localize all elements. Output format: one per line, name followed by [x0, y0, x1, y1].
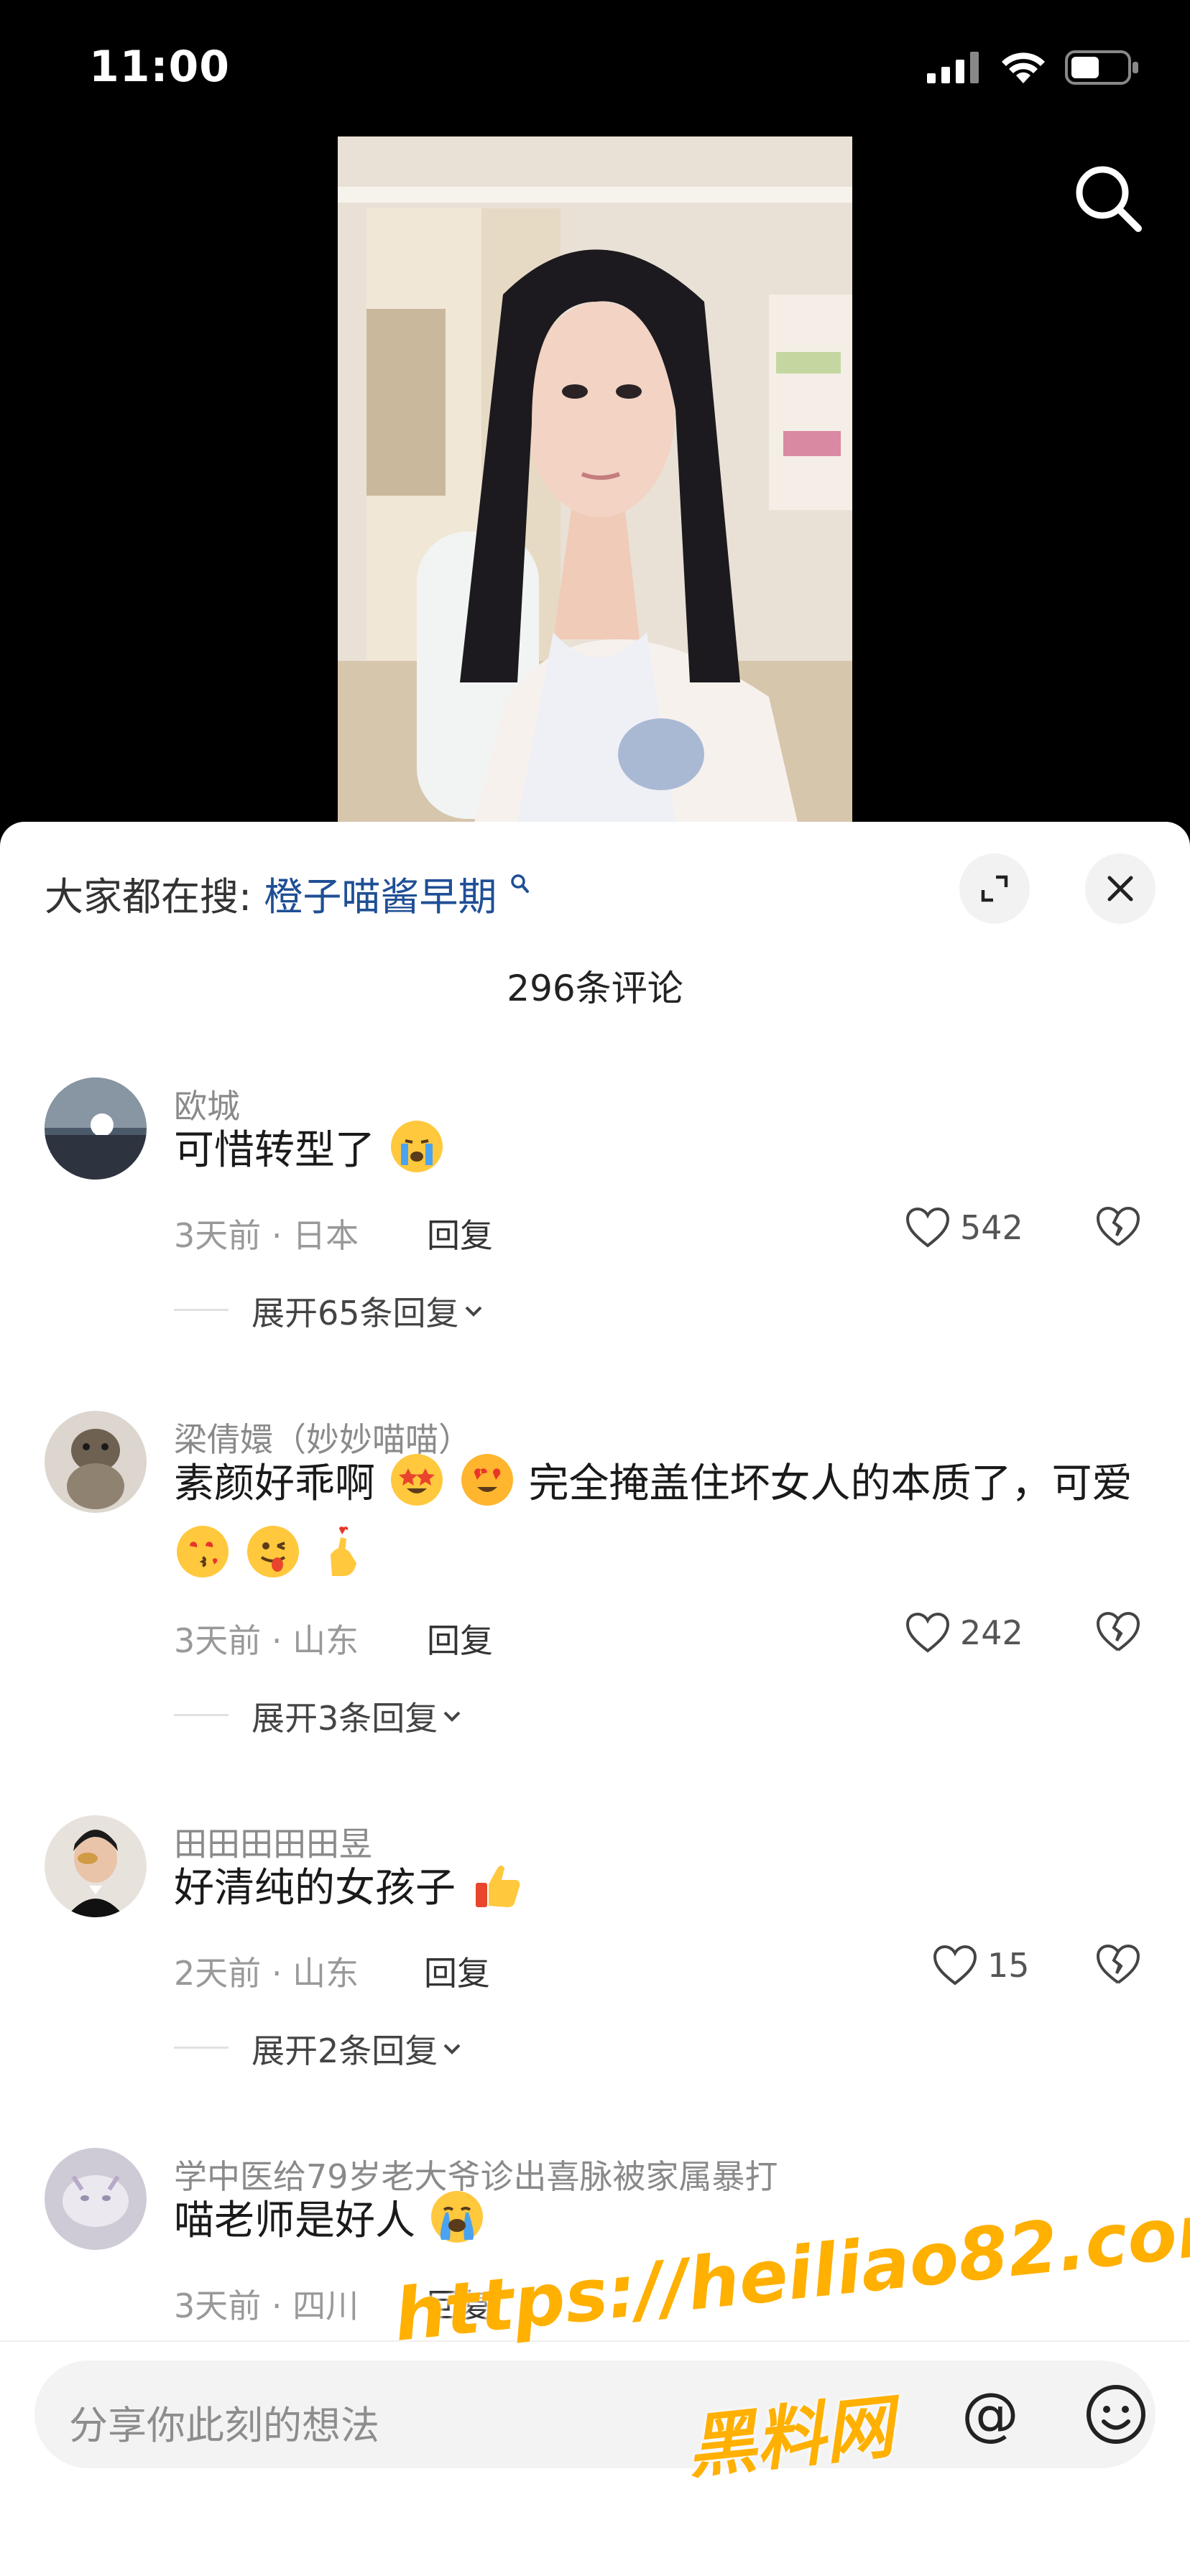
like-button[interactable]: 542 — [905, 1207, 1023, 1248]
dislike-button[interactable] — [1095, 1943, 1141, 1989]
avatar-image — [45, 1078, 147, 1180]
expand-panel-button[interactable] — [959, 853, 1030, 924]
heart-eyes-emoji-icon — [461, 1454, 513, 1506]
search-icon — [1076, 166, 1142, 232]
avatar[interactable] — [45, 1411, 147, 1513]
search-suggestion-keyword[interactable]: 橙子喵酱早期 — [264, 874, 497, 919]
crying-emoji-icon — [390, 1121, 443, 1172]
comment-input-placeholder: 分享你此刻的想法 — [69, 2403, 379, 2448]
wifi-icon — [1002, 52, 1045, 83]
close-icon — [1107, 876, 1133, 902]
heart-icon — [933, 1945, 977, 1986]
comment-text-content: 喵老师是好人 — [174, 2197, 415, 2244]
comment-time-location: 3天前 · 山东 — [174, 1621, 359, 1660]
expand-replies-button[interactable]: 展开65条回复 — [174, 1287, 488, 1335]
avatar-image — [45, 1411, 147, 1513]
search-suggestion[interactable]: 大家都在搜: 橙子喵酱早期 — [45, 865, 531, 922]
avatar[interactable] — [45, 2148, 147, 2250]
comment-time-location: 3天前 · 四川 — [174, 2287, 359, 2325]
kissing-heart-emoji-icon — [177, 1526, 229, 1577]
comment-time-location: 3天前 · 日本 — [174, 1216, 359, 1255]
watermark: https://heiliao82.com 黑料网 — [390, 2184, 1190, 2488]
battery-icon — [1065, 50, 1138, 85]
like-count: 15 — [987, 1946, 1030, 1985]
star-struck-emoji-icon — [390, 1454, 443, 1506]
like-button[interactable]: 15 — [933, 1945, 1030, 1986]
comment-time-location: 2天前 · 山东 — [174, 1954, 359, 1993]
chevron-down-icon — [443, 2044, 461, 2054]
status-time: 11:00 — [89, 42, 230, 92]
like-count: 242 — [960, 1613, 1023, 1652]
comment-text-content-2: 完全掩盖住坏女人的本质了，可爱 — [528, 1460, 1133, 1507]
chevron-down-icon — [443, 1711, 461, 1722]
search-small-icon — [510, 874, 529, 893]
comment-text-content: 素颜好乖啊 — [174, 1460, 375, 1507]
comment-text: 好清纯的女孩子 — [174, 1853, 1151, 1924]
expand-replies-label: 展开2条回复 — [252, 2031, 438, 2070]
search-suggestion-prefix: 大家都在搜: — [45, 874, 252, 919]
avatar[interactable] — [45, 1078, 147, 1180]
winking-tongue-emoji-icon — [246, 1526, 299, 1577]
status-bar: 11:00 — [0, 0, 1190, 136]
reply-button[interactable]: 回复 — [424, 1947, 490, 1995]
close-panel-button[interactable] — [1085, 853, 1156, 924]
dislike-button[interactable] — [1095, 1205, 1141, 1251]
expand-replies-button[interactable]: 展开2条回复 — [174, 2025, 466, 2072]
reply-button[interactable]: 回复 — [427, 1210, 493, 1257]
broken-heart-icon — [1096, 1611, 1140, 1651]
dislike-button[interactable] — [1095, 1611, 1141, 1657]
broken-heart-icon — [1096, 1206, 1140, 1246]
search-button[interactable] — [1068, 158, 1147, 237]
like-count: 542 — [960, 1208, 1023, 1247]
heart-icon — [905, 1612, 950, 1653]
expand-replies-button[interactable]: 展开3条回复 — [174, 1692, 466, 1740]
comment-count: 296条评论 — [507, 968, 683, 1009]
video-thumbnail-image — [338, 136, 852, 823]
video-player[interactable] — [338, 136, 852, 823]
loudly-crying-emoji-icon — [430, 2191, 483, 2243]
broken-heart-icon — [1096, 1944, 1140, 1984]
thumbs-up-emoji-icon — [471, 1858, 523, 1910]
comment-text-content: 好清纯的女孩子 — [174, 1865, 456, 1912]
like-button[interactable]: 242 — [905, 1612, 1023, 1654]
comment-text: 素颜好乖啊 完全掩盖住坏女人的本质了，可爱 — [174, 1448, 1151, 1592]
status-icons — [927, 50, 1140, 85]
reply-button[interactable]: 回复 — [427, 1615, 493, 1662]
divider — [174, 1309, 229, 1311]
heart-icon — [905, 1207, 950, 1248]
expand-replies-label: 展开65条回复 — [252, 1294, 459, 1333]
expand-replies-label: 展开3条回复 — [252, 1699, 438, 1738]
divider — [174, 2047, 229, 2049]
avatar-image — [45, 2148, 147, 2250]
avatar-image — [45, 1815, 147, 1917]
divider — [174, 1714, 229, 1716]
finger-heart-emoji-icon — [318, 1526, 369, 1577]
comment-text-content: 可惜转型了 — [174, 1127, 375, 1174]
watermark-name: 黑料网 — [683, 2386, 898, 2488]
chevron-down-icon — [465, 1306, 481, 1317]
signal-icon — [927, 52, 979, 83]
comment-text: 可惜转型了 — [174, 1115, 1151, 1187]
avatar[interactable] — [45, 1815, 147, 1917]
expand-icon — [981, 875, 1008, 902]
